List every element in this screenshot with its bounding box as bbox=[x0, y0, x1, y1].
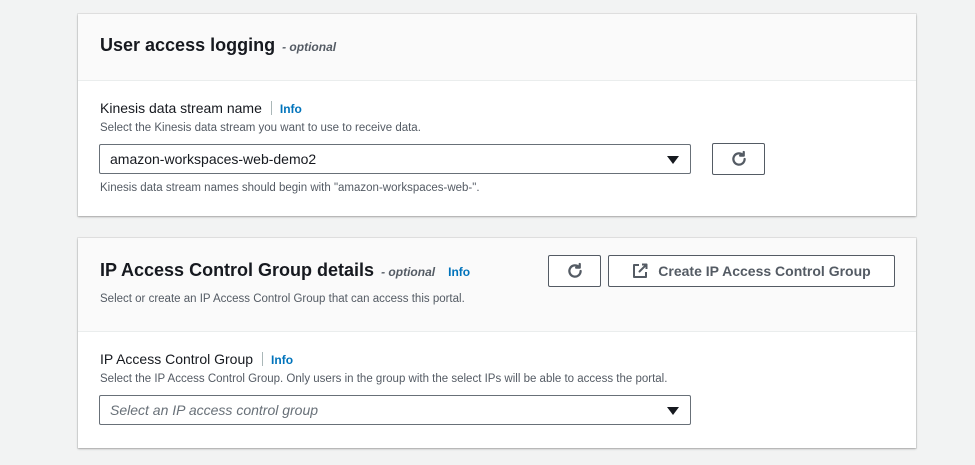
panel-header: User access logging - optional bbox=[78, 14, 916, 81]
caret-down-icon bbox=[667, 407, 679, 415]
panel-title: IP Access Control Group details - option… bbox=[100, 260, 470, 281]
label-divider bbox=[262, 352, 264, 366]
kinesis-stream-select[interactable]: amazon-workspaces-web-demo2 bbox=[99, 144, 691, 174]
select-value: amazon-workspaces-web-demo2 bbox=[110, 151, 317, 167]
panel-header: IP Access Control Group details - option… bbox=[78, 238, 916, 332]
refresh-icon bbox=[567, 262, 582, 278]
create-button-label: Create IP Access Control Group bbox=[658, 263, 871, 279]
info-link[interactable]: Info bbox=[271, 353, 293, 367]
panel-description: Select or create an IP Access Control Gr… bbox=[100, 293, 465, 305]
info-link[interactable]: Info bbox=[448, 265, 470, 279]
user-access-logging-panel: User access logging - optional Kinesis d… bbox=[78, 14, 916, 216]
ip-access-control-group-panel: IP Access Control Group details - option… bbox=[78, 238, 916, 448]
refresh-icon bbox=[731, 150, 746, 166]
select-placeholder: Select an IP access control group bbox=[110, 402, 319, 418]
panel-title-text: IP Access Control Group details bbox=[100, 260, 375, 280]
kinesis-field-label: Kinesis data stream name Info bbox=[100, 100, 302, 116]
refresh-button[interactable] bbox=[712, 143, 765, 175]
optional-tag: - optional bbox=[381, 265, 436, 279]
ip-access-control-group-select[interactable]: Select an IP access control group bbox=[99, 395, 691, 425]
external-link-icon bbox=[633, 263, 648, 278]
label-divider bbox=[270, 101, 272, 115]
kinesis-constraint-hint: Kinesis data stream names should begin w… bbox=[100, 182, 480, 194]
panel-title: User access logging - optional bbox=[100, 35, 336, 56]
panel-title-text: User access logging bbox=[100, 35, 276, 55]
create-ip-access-control-group-button[interactable]: Create IP Access Control Group bbox=[608, 255, 895, 287]
refresh-button[interactable] bbox=[548, 255, 601, 287]
optional-tag: - optional bbox=[282, 40, 337, 54]
info-link[interactable]: Info bbox=[280, 102, 302, 116]
caret-down-icon bbox=[667, 156, 679, 164]
ip-group-field-label: IP Access Control Group Info bbox=[100, 351, 293, 367]
ip-group-label-text: IP Access Control Group bbox=[100, 351, 254, 367]
kinesis-field-description: Select the Kinesis data stream you want … bbox=[100, 122, 421, 134]
ip-group-field-description: Select the IP Access Control Group. Only… bbox=[100, 373, 668, 385]
kinesis-label-text: Kinesis data stream name bbox=[100, 100, 262, 116]
